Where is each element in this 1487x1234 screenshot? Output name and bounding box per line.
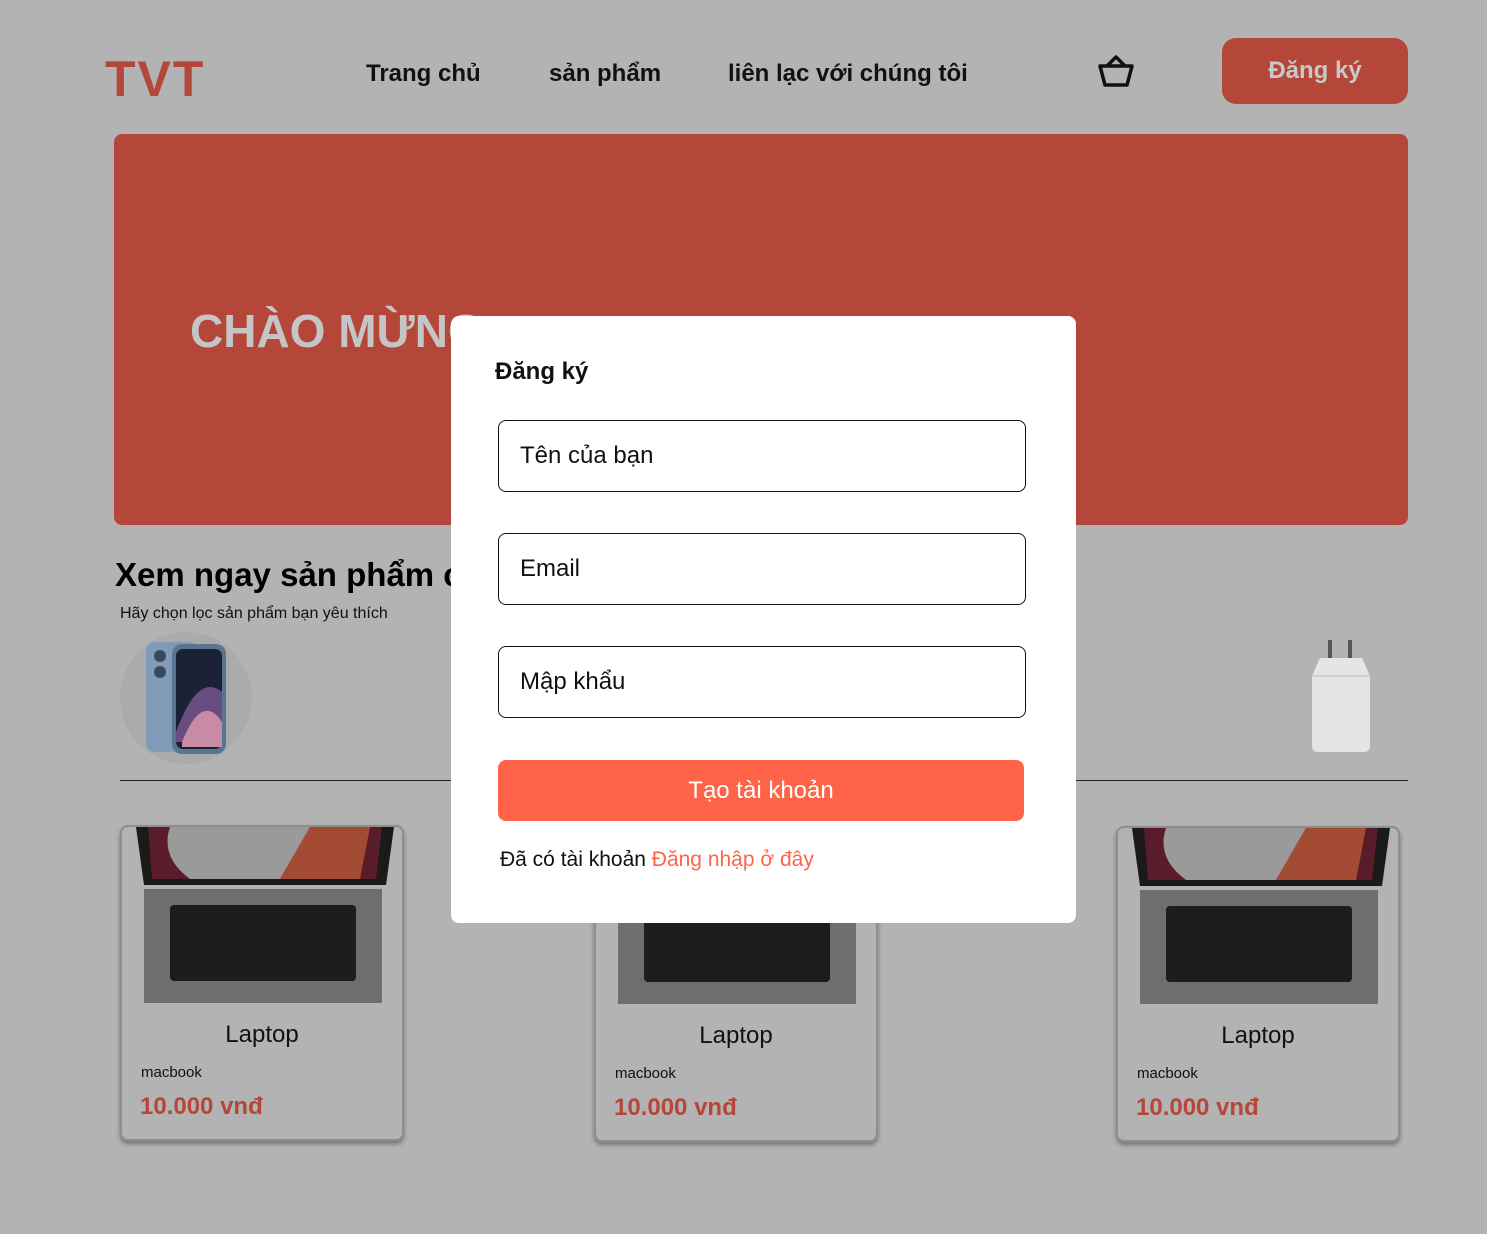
product-price: 10.000 vnđ (140, 1093, 263, 1120)
product-name: Laptop (699, 1022, 773, 1049)
section-title: Xem ngay sản phẩm c (115, 556, 462, 593)
product-card[interactable]: Laptop macbook 10.000 vnđ (120, 825, 404, 1141)
email-input[interactable] (498, 533, 1026, 605)
charger-image[interactable] (1300, 636, 1380, 756)
login-prompt-line: Đã có tài khoản Đăng nhập ở đây (500, 848, 814, 872)
product-card[interactable]: Laptop macbook 10.000 vnđ (1116, 826, 1400, 1142)
section-subtitle: Hãy chọn lọc sản phẩm bạn yêu thích (120, 605, 388, 622)
product-brand: macbook (141, 1064, 202, 1081)
create-account-button[interactable]: Tạo tài khoản (498, 760, 1024, 821)
nav-products[interactable]: sản phẩm (549, 60, 661, 88)
product-brand: macbook (615, 1065, 676, 1082)
name-input[interactable] (498, 420, 1026, 492)
signup-modal: Đăng ký Tạo tài khoản Đã có tài khoản Đă… (451, 316, 1076, 923)
product-name: Laptop (225, 1021, 299, 1048)
modal-title: Đăng ký (495, 358, 589, 385)
password-input[interactable] (498, 646, 1026, 718)
login-prompt: Đã có tài khoản (500, 848, 646, 871)
product-price: 10.000 vnđ (1136, 1094, 1259, 1121)
phone-image (146, 642, 226, 754)
laptop-image (136, 827, 394, 1003)
signup-button[interactable]: Đăng ký (1222, 38, 1408, 104)
login-link[interactable]: Đăng nhập ở đây (652, 848, 814, 871)
logo[interactable]: TVT (105, 50, 205, 108)
nav-contact[interactable]: liên lạc với chúng tôi (728, 60, 968, 88)
product-brand: macbook (1137, 1065, 1198, 1082)
laptop-image (1132, 828, 1390, 1004)
nav-home[interactable]: Trang chủ (366, 60, 481, 88)
category-phone[interactable] (120, 632, 252, 764)
product-price: 10.000 vnđ (614, 1094, 737, 1121)
hero-text: CHÀO MỪNG (190, 305, 484, 357)
product-name: Laptop (1221, 1022, 1295, 1049)
basket-icon[interactable] (1096, 52, 1136, 92)
